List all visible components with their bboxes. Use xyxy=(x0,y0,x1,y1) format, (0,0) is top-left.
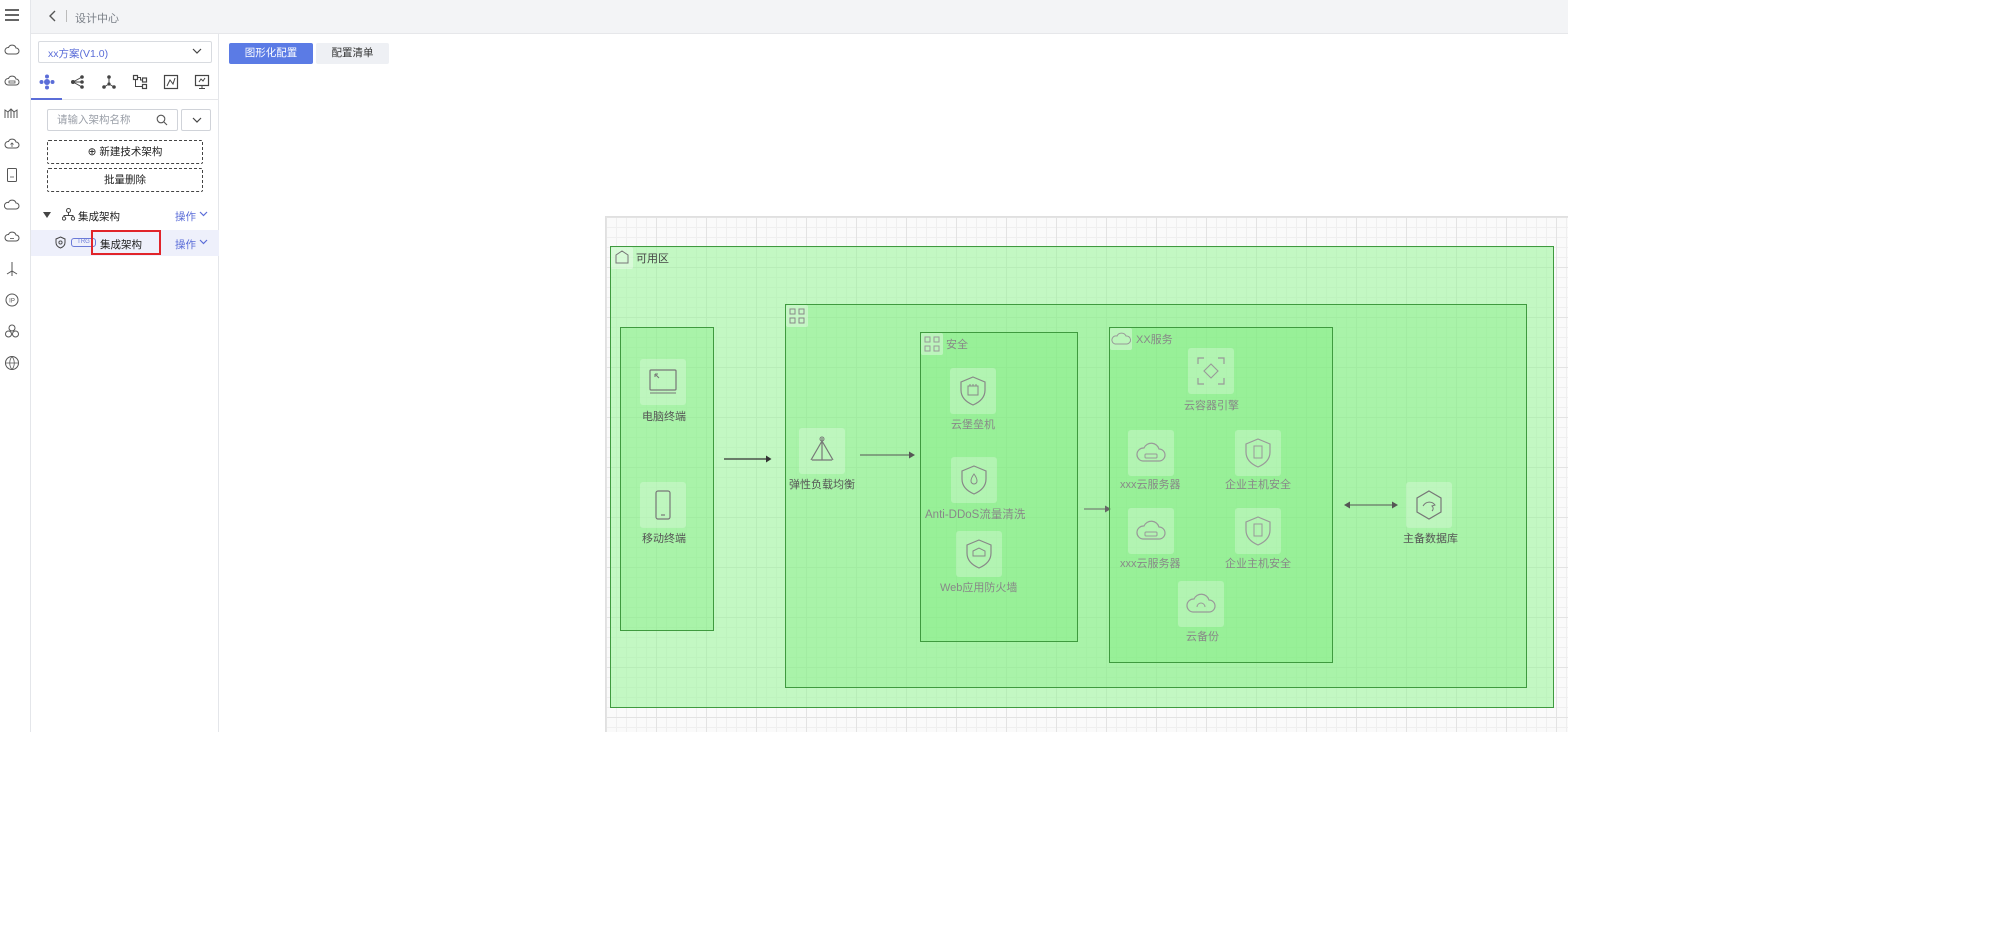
mobile-terminal-label: 移动终端 xyxy=(642,533,686,545)
search-input[interactable] xyxy=(48,110,153,130)
pc-terminal-label: 电脑终端 xyxy=(642,411,686,423)
caret-down-icon[interactable] xyxy=(43,212,51,218)
architecture-tab[interactable] xyxy=(31,72,62,100)
pc-terminal-node[interactable] xyxy=(640,359,686,405)
scheme-select[interactable]: xx方案(V1.0) xyxy=(38,41,212,63)
bastion-node[interactable] xyxy=(950,368,996,414)
tab-config-list[interactable]: 配置清单 xyxy=(316,43,389,64)
divider xyxy=(66,10,67,22)
chevron-down-icon xyxy=(192,117,202,123)
cloud-download-icon[interactable] xyxy=(4,229,20,245)
top-header: 设计中心 xyxy=(31,0,1568,34)
connector-arrow xyxy=(724,455,772,463)
scheme-select-value: xx方案(V1.0) xyxy=(48,48,109,60)
new-architecture-button[interactable]: ⊕ 新建技术架构 xyxy=(47,140,203,164)
cloud-upload-icon[interactable] xyxy=(4,136,20,152)
cloud-icon[interactable] xyxy=(4,42,20,58)
svg-text:IP: IP xyxy=(9,299,15,305)
highlight-box xyxy=(91,230,161,255)
architecture-search xyxy=(47,109,178,131)
cluster-icon[interactable] xyxy=(4,323,20,339)
chevron-down-icon xyxy=(199,239,208,245)
chart-tab[interactable] xyxy=(155,72,186,100)
cloud-server-node-2[interactable] xyxy=(1128,508,1174,554)
cloud-server-label-2: xxx云服务器 xyxy=(1120,558,1181,570)
cloud-icon[interactable] xyxy=(4,198,20,214)
anti-ddos-label: Anti-DDoS流量清洗 xyxy=(925,509,1026,521)
operation-label: 操作 xyxy=(175,211,196,223)
service-zone-label: XX服务 xyxy=(1136,334,1173,346)
panel-tabs xyxy=(31,72,219,100)
connector-arrow xyxy=(860,451,915,459)
chevron-down-icon xyxy=(199,211,208,217)
operation-dropdown[interactable]: 操作 xyxy=(175,209,208,224)
tree-item-label: 集成架构 xyxy=(78,211,120,223)
cloud-backup-label: 云备份 xyxy=(1186,631,1219,643)
topology-tab[interactable] xyxy=(62,72,93,100)
mobile-terminal-node[interactable] xyxy=(640,482,686,528)
ip-icon[interactable]: IP xyxy=(4,292,20,308)
host-security-label-2: 企业主机安全 xyxy=(1225,558,1291,570)
architecture-panel: xx方案(V1.0) ⊕ 新建技术架构 批量删除 集成架构 xyxy=(31,34,219,732)
security-zone-icon xyxy=(921,333,943,355)
monitor-tab[interactable] xyxy=(186,72,217,100)
batch-delete-button[interactable]: 批量删除 xyxy=(47,168,203,192)
filter-dropdown-button[interactable] xyxy=(181,109,211,131)
bastion-label: 云堡垒机 xyxy=(951,419,995,431)
cloud-server-label-1: xxx云服务器 xyxy=(1120,479,1181,491)
zone-icon xyxy=(611,247,633,269)
menu-icon[interactable] xyxy=(5,8,21,24)
host-security-label-1: 企业主机安全 xyxy=(1225,479,1291,491)
vpc-icon xyxy=(786,305,808,327)
security-zone-label: 安全 xyxy=(946,339,968,351)
waf-label: Web应用防火墙 xyxy=(940,582,1018,594)
storage-icon[interactable] xyxy=(4,167,20,183)
elb-node[interactable] xyxy=(799,428,845,474)
operation-dropdown[interactable]: 操作 xyxy=(175,237,208,252)
network-icon[interactable] xyxy=(4,261,20,277)
tree-item-parent[interactable]: 集成架构 操作 xyxy=(31,202,219,228)
service-zone-icon xyxy=(1110,328,1132,350)
tab-graphical-config[interactable]: 图形化配置 xyxy=(229,43,313,64)
icon-rail: IP xyxy=(0,0,31,732)
container-engine-label: 云容器引擎 xyxy=(1184,400,1239,412)
chevron-down-icon xyxy=(192,48,202,54)
hierarchy-icon xyxy=(62,208,75,221)
elb-label: 弹性负载均衡 xyxy=(789,479,855,491)
tree-item-child[interactable]: TRG 集成架构 操作 xyxy=(31,230,219,256)
security-zone[interactable] xyxy=(920,332,1078,642)
bidirectional-arrow xyxy=(1344,501,1398,509)
shield-icon xyxy=(55,236,66,249)
diagram-canvas[interactable]: 可用区 电脑终端 移动终端 弹性负载均衡 安全 云堡垒机 Anti-DDoS流量… xyxy=(605,216,1568,732)
deployment-tab[interactable] xyxy=(93,72,124,100)
cloud-backup-node[interactable] xyxy=(1178,581,1224,627)
globe-icon[interactable] xyxy=(4,355,20,371)
container-engine-node[interactable] xyxy=(1188,348,1234,394)
anti-ddos-node[interactable] xyxy=(951,457,997,503)
host-security-node-2[interactable] xyxy=(1235,508,1281,554)
database-node[interactable] xyxy=(1406,482,1452,528)
host-security-node-1[interactable] xyxy=(1235,430,1281,476)
waf-node[interactable] xyxy=(956,531,1002,577)
bridge-icon[interactable] xyxy=(4,105,20,121)
back-arrow-icon[interactable] xyxy=(47,9,59,23)
cloud-server-node-1[interactable] xyxy=(1128,430,1174,476)
cloud-server-icon[interactable] xyxy=(4,73,20,89)
flow-tab[interactable] xyxy=(124,72,155,100)
search-icon[interactable] xyxy=(156,114,168,126)
database-label: 主备数据库 xyxy=(1403,533,1458,545)
availability-zone-label: 可用区 xyxy=(636,253,669,265)
operation-label: 操作 xyxy=(175,239,196,251)
breadcrumb: 设计中心 xyxy=(75,13,119,25)
